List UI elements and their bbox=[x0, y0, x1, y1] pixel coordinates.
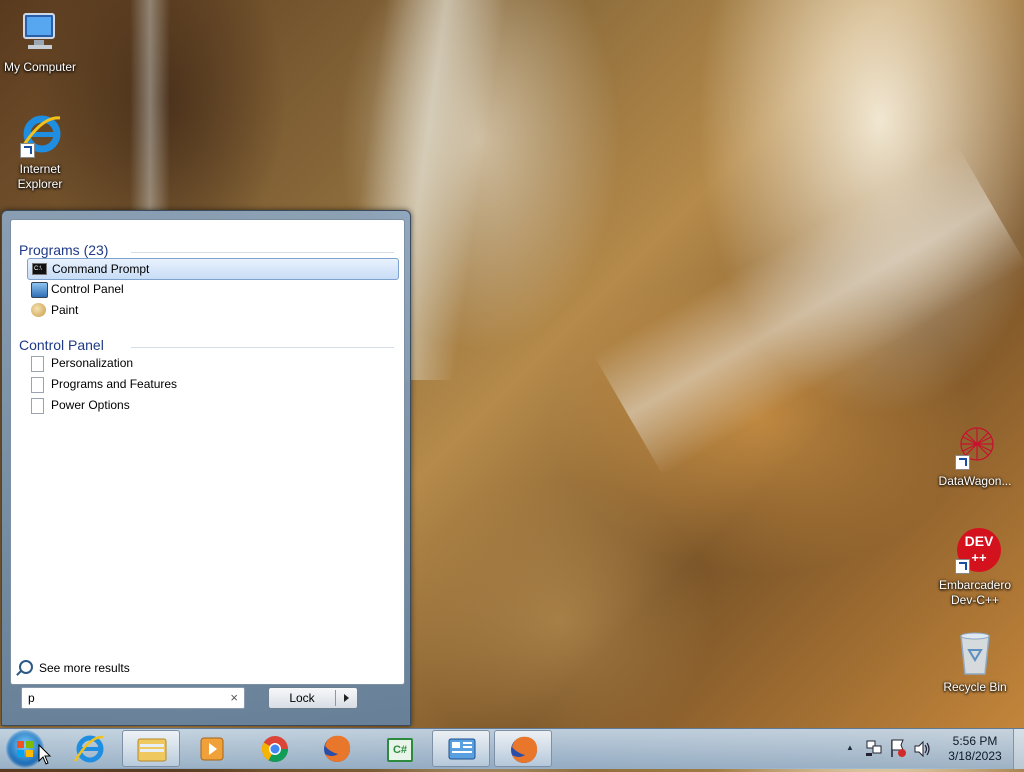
result-label: Personalization bbox=[51, 356, 134, 370]
shortcut-arrow-icon bbox=[20, 143, 35, 158]
clear-search-icon[interactable]: × bbox=[230, 690, 238, 705]
control-panel-icon bbox=[448, 738, 476, 760]
divider bbox=[131, 252, 394, 253]
speaker-icon bbox=[914, 740, 930, 758]
document-icon bbox=[31, 377, 44, 393]
lock-button[interactable]: Lock bbox=[268, 687, 358, 709]
control-panel-header: Control Panel bbox=[19, 337, 104, 353]
chrome-icon bbox=[261, 736, 289, 763]
computer-icon bbox=[16, 10, 64, 56]
result-programs-and-features[interactable]: Programs and Features bbox=[27, 374, 397, 394]
recycle-bin-icon bbox=[951, 630, 999, 676]
divider bbox=[131, 347, 394, 348]
internet-explorer-icon bbox=[16, 112, 64, 158]
taskbar-csharp-ide[interactable]: C# bbox=[370, 730, 428, 767]
result-label: Power Options bbox=[51, 398, 130, 412]
taskbar-clock[interactable]: 5:56 PM 3/18/2023 bbox=[940, 734, 1010, 764]
desktop-icon-devcpp[interactable]: DEV ++ Embarcadero Dev-C++ bbox=[935, 528, 1015, 608]
result-power-options[interactable]: Power Options bbox=[27, 395, 397, 415]
programs-header: Programs (23) bbox=[19, 242, 109, 258]
show-desktop-button[interactable] bbox=[1013, 729, 1024, 769]
firefox-icon bbox=[511, 736, 538, 763]
devcpp-badge-text: DEV bbox=[964, 533, 994, 549]
see-more-label: See more results bbox=[39, 661, 130, 675]
taskbar: C# ▲ 5:56 PM 3/18/2023 bbox=[0, 728, 1024, 769]
search-value: p bbox=[28, 691, 35, 705]
control-panel-icon bbox=[31, 282, 48, 298]
desktop-icon-recycle-bin[interactable]: Recycle Bin bbox=[935, 630, 1015, 695]
cmd-icon-text: C:\ bbox=[34, 266, 42, 272]
desktop-icon-my-computer[interactable]: My Computer bbox=[0, 10, 80, 75]
taskbar-control-panel[interactable] bbox=[432, 730, 490, 767]
taskbar-internet-explorer[interactable] bbox=[60, 730, 118, 767]
taskbar-firefox[interactable] bbox=[308, 730, 366, 767]
see-more-results-link[interactable]: See more results bbox=[19, 660, 130, 675]
taskbar-windows-explorer[interactable] bbox=[122, 730, 180, 767]
paint-icon bbox=[31, 303, 46, 317]
search-icon bbox=[19, 660, 33, 674]
desktop-icon-label: Embarcadero Dev-C++ bbox=[938, 578, 1012, 607]
show-hidden-icons-button[interactable]: ▲ bbox=[844, 729, 858, 769]
cmd-icon: C:\ bbox=[32, 263, 47, 275]
desktop-icon-label: Recycle Bin bbox=[943, 680, 1007, 694]
shortcut-arrow-icon bbox=[955, 455, 970, 470]
internet-explorer-icon bbox=[73, 735, 104, 763]
lock-button-label: Lock bbox=[289, 691, 315, 705]
divider bbox=[335, 690, 336, 706]
result-label: Paint bbox=[51, 303, 79, 317]
desktop-icon-label: My Computer bbox=[3, 60, 77, 74]
firefox-icon bbox=[324, 735, 351, 762]
document-icon bbox=[31, 398, 44, 414]
document-icon bbox=[31, 356, 44, 372]
taskbar-chrome[interactable] bbox=[246, 730, 304, 767]
search-results-pane: Programs (23) C:\ Command Prompt Control… bbox=[10, 219, 405, 685]
chevron-up-icon: ▲ bbox=[846, 743, 854, 752]
clock-date: 3/18/2023 bbox=[948, 749, 1002, 763]
power-options-arrow-icon[interactable] bbox=[344, 694, 349, 702]
shortcut-arrow-icon bbox=[955, 559, 970, 574]
network-tray-icon[interactable] bbox=[864, 729, 884, 769]
result-label: Control Panel bbox=[51, 282, 124, 296]
desktop-icon-label: DataWagon... bbox=[938, 474, 1012, 488]
result-label: Command Prompt bbox=[52, 262, 150, 276]
result-command-prompt[interactable]: C:\ Command Prompt bbox=[27, 258, 399, 280]
volume-tray-icon[interactable] bbox=[912, 729, 932, 769]
result-paint[interactable]: Paint bbox=[27, 300, 397, 320]
start-menu: Programs (23) C:\ Command Prompt Control… bbox=[1, 210, 411, 726]
devcpp-icon: DEV ++ bbox=[951, 528, 1001, 574]
datawagon-icon bbox=[951, 424, 999, 470]
media-player-icon bbox=[200, 737, 224, 761]
desktop-icon-datawagon[interactable]: DataWagon... bbox=[935, 424, 1015, 489]
csharp-icon: C# bbox=[387, 738, 413, 762]
clock-time: 5:56 PM bbox=[952, 734, 998, 748]
result-label: Programs and Features bbox=[51, 377, 178, 391]
taskbar-firefox-window[interactable] bbox=[494, 730, 552, 767]
action-center-tray-icon[interactable] bbox=[888, 729, 908, 769]
mouse-cursor-icon bbox=[38, 744, 52, 765]
result-personalization[interactable]: Personalization bbox=[27, 353, 397, 373]
start-search-input[interactable]: p × bbox=[21, 687, 245, 709]
flag-warning-icon bbox=[891, 739, 906, 757]
folder-icon bbox=[137, 738, 167, 762]
network-icon bbox=[866, 740, 882, 756]
taskbar-media-player[interactable] bbox=[184, 730, 242, 767]
csharp-icon-text: C# bbox=[392, 744, 408, 756]
desktop-icon-internet-explorer[interactable]: Internet Explorer bbox=[0, 112, 80, 192]
desktop-icon-label: Internet Explorer bbox=[17, 162, 63, 191]
result-control-panel[interactable]: Control Panel bbox=[27, 279, 397, 299]
